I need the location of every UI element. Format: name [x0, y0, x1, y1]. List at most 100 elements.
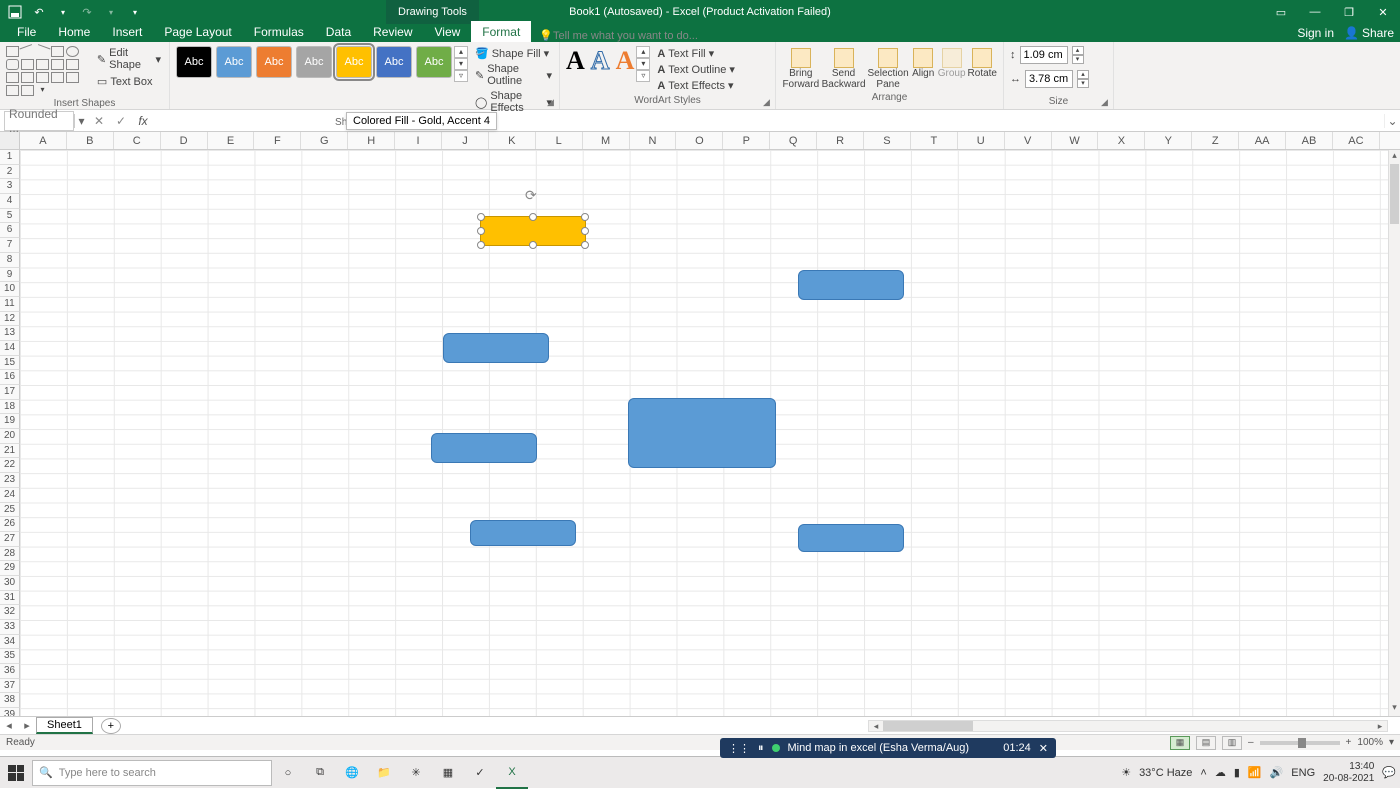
row-header-21[interactable]: 21	[0, 444, 20, 459]
shape-style-swatch-2[interactable]: Abc	[256, 46, 292, 78]
col-header-G[interactable]: G	[301, 132, 348, 149]
shape-star2-icon[interactable]	[21, 85, 34, 96]
resize-handle-ne[interactable]	[581, 213, 589, 221]
rotate-handle-icon[interactable]: ⟳	[525, 187, 541, 203]
shape-callout-icon[interactable]	[21, 72, 34, 83]
col-header-B[interactable]: B	[67, 132, 114, 149]
col-header-Z[interactable]: Z	[1192, 132, 1239, 149]
row-header-15[interactable]: 15	[0, 356, 20, 371]
row-header-37[interactable]: 37	[0, 679, 20, 694]
sheet-nav-prev[interactable]: ◂	[0, 719, 18, 732]
col-header-H[interactable]: H	[348, 132, 395, 149]
row-header-5[interactable]: 5	[0, 209, 20, 224]
col-header-A[interactable]: A	[20, 132, 67, 149]
name-box[interactable]: Rounded ...	[4, 111, 74, 131]
row-header-30[interactable]: 30	[0, 576, 20, 591]
row-header-12[interactable]: 12	[0, 312, 20, 327]
blue-shape-5[interactable]	[798, 524, 904, 552]
col-header-S[interactable]: S	[864, 132, 911, 149]
wordart-scroll-up-icon[interactable]: ▴	[636, 46, 650, 58]
blue-shape-4[interactable]	[470, 520, 576, 546]
shape-rect2-icon[interactable]	[51, 46, 64, 57]
resize-handle-w[interactable]	[477, 227, 485, 235]
col-header-AB[interactable]: AB	[1286, 132, 1333, 149]
blue-shape-0[interactable]	[798, 270, 904, 300]
tab-format[interactable]: Format	[471, 21, 531, 42]
weather-text[interactable]: 33°C Haze	[1139, 767, 1192, 779]
undo-dropdown-icon[interactable]: ▾	[54, 3, 72, 21]
edit-shape-button[interactable]: ✎ Edit Shape▾	[95, 46, 163, 72]
row-header-18[interactable]: 18	[0, 400, 20, 415]
col-header-F[interactable]: F	[254, 132, 301, 149]
recording-overlay[interactable]: ⋮⋮ ⏸ Mind map in excel (Esha Verma/Aug) …	[720, 738, 1056, 758]
row-header-34[interactable]: 34	[0, 635, 20, 650]
cortana-icon[interactable]: ○	[272, 757, 304, 789]
col-header-Q[interactable]: Q	[770, 132, 817, 149]
wordart-style-2[interactable]: A	[591, 46, 610, 76]
col-header-E[interactable]: E	[208, 132, 255, 149]
recording-close-icon[interactable]: ✕	[1039, 742, 1048, 755]
zoom-out-button[interactable]: –	[1248, 737, 1254, 748]
height-input[interactable]	[1020, 46, 1068, 64]
styles-scroll-down-icon[interactable]: ▾	[454, 58, 468, 70]
shape-line2-icon[interactable]	[35, 44, 51, 59]
row-header-3[interactable]: 3	[0, 179, 20, 194]
tray-cloud-icon[interactable]: ☁	[1215, 766, 1226, 779]
row-header-13[interactable]: 13	[0, 326, 20, 341]
scroll-up-icon[interactable]: ▴	[1389, 150, 1400, 164]
styles-expand-icon[interactable]: ▿	[454, 70, 468, 82]
expand-formula-bar-icon[interactable]: ⌄	[1384, 114, 1400, 128]
close-button[interactable]: ✕	[1366, 0, 1400, 24]
redo-icon[interactable]: ↷	[78, 3, 96, 21]
row-header-28[interactable]: 28	[0, 547, 20, 562]
col-header-N[interactable]: N	[630, 132, 677, 149]
col-header-I[interactable]: I	[395, 132, 442, 149]
text-outline-button[interactable]: A Text Outline ▾	[656, 62, 736, 77]
row-header-22[interactable]: 22	[0, 458, 20, 473]
statusbar-overflow-icon[interactable]: ▾	[1389, 737, 1394, 748]
row-header-33[interactable]: 33	[0, 620, 20, 635]
worksheet-grid[interactable]: 1234567891011121314151617181920212223242…	[0, 150, 1400, 716]
bring-forward-button[interactable]: Bring Forward	[782, 46, 820, 90]
shapes-gallery[interactable]: ▾	[6, 46, 91, 96]
row-header-4[interactable]: 4	[0, 194, 20, 209]
tray-volume-icon[interactable]: 🔊	[1270, 766, 1284, 779]
col-header-D[interactable]: D	[161, 132, 208, 149]
col-header-T[interactable]: T	[911, 132, 958, 149]
col-header-AC[interactable]: AC	[1333, 132, 1380, 149]
sign-in-link[interactable]: Sign in	[1297, 26, 1334, 40]
row-header-8[interactable]: 8	[0, 253, 20, 268]
shapes-gallery-more-icon[interactable]: ▾	[36, 85, 49, 96]
resize-handle-s[interactable]	[529, 241, 537, 249]
wordart-gallery[interactable]: A A A	[566, 46, 634, 76]
scroll-down-icon[interactable]: ▾	[1389, 702, 1400, 716]
shape-style-swatch-3[interactable]: Abc	[296, 46, 332, 78]
enter-formula-icon[interactable]: ✓	[110, 114, 132, 128]
resize-handle-sw[interactable]	[477, 241, 485, 249]
wordart-scroll-down-icon[interactable]: ▾	[636, 58, 650, 70]
shape-style-swatch-0[interactable]: Abc	[176, 46, 212, 78]
row-header-29[interactable]: 29	[0, 561, 20, 576]
taskbar-chrome-icon[interactable]: 🌐	[336, 757, 368, 789]
task-view-icon[interactable]: ⧉	[304, 757, 336, 789]
shape-fill-button[interactable]: 🪣 Shape Fill ▾	[474, 46, 553, 61]
tab-review[interactable]: Review	[362, 21, 423, 42]
shape-brace-icon[interactable]	[66, 72, 79, 83]
shape-rect-icon[interactable]	[6, 46, 19, 57]
row-header-9[interactable]: 9	[0, 268, 20, 283]
view-normal-button[interactable]: ▦	[1170, 736, 1190, 750]
group-button[interactable]: Group	[938, 46, 966, 90]
selected-shape-gold[interactable]: ⟳	[480, 216, 586, 246]
share-button[interactable]: 👤Share	[1344, 26, 1394, 40]
row-header-27[interactable]: 27	[0, 532, 20, 547]
row-header-35[interactable]: 35	[0, 649, 20, 664]
sheet-nav-next[interactable]: ▸	[18, 719, 36, 732]
redo-dropdown-icon[interactable]: ▾	[102, 3, 120, 21]
shape-oval-icon[interactable]	[66, 46, 79, 57]
view-page-layout-button[interactable]: ▤	[1196, 736, 1216, 750]
col-header-V[interactable]: V	[1005, 132, 1052, 149]
tray-chevron-icon[interactable]: ˄	[1200, 767, 1206, 779]
selection-pane-button[interactable]: Selection Pane	[868, 46, 909, 90]
wordart-style-3[interactable]: A	[616, 46, 635, 76]
col-header-R[interactable]: R	[817, 132, 864, 149]
